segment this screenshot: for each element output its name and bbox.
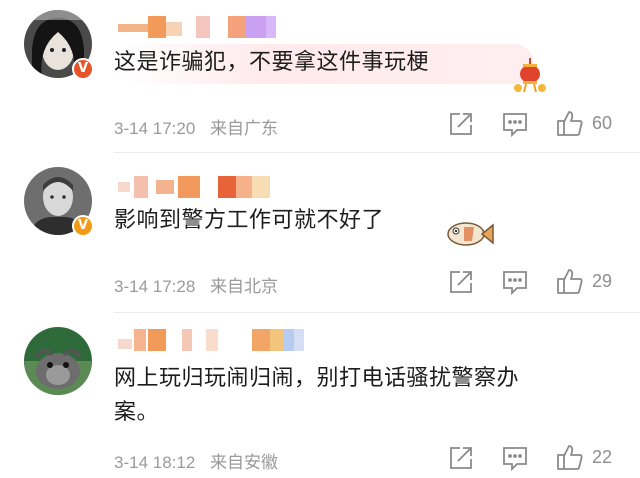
comment-meta: 3-14 17:20 来自广东 — [114, 114, 278, 139]
comment-item: V 这是诈骗犯，不要拿这件事玩梗 3-14 17:20 来自广东 60 — [0, 0, 640, 152]
thumbs-up-icon[interactable] — [556, 109, 584, 137]
comment-meta: 3-14 17:28 来自北京 — [114, 272, 278, 297]
like-count: 22 — [592, 447, 613, 467]
like-count: 60 — [592, 113, 613, 133]
comment-time: 17:28 — [152, 277, 196, 296]
lantern-sticker-icon — [512, 58, 548, 94]
avatar[interactable] — [24, 327, 92, 395]
share-icon[interactable] — [448, 269, 476, 297]
comment-icon[interactable] — [502, 269, 530, 297]
comment-location: 来自北京 — [210, 277, 279, 296]
like-count: 29 — [592, 271, 613, 291]
comment-icon[interactable] — [502, 445, 530, 473]
verified-badge-icon: V — [72, 215, 94, 237]
thumbs-up-icon[interactable] — [556, 443, 584, 471]
share-icon[interactable] — [448, 445, 476, 473]
comment-item: 网上玩归玩闹归闹，别打电话骚扰警察办 案。 3-14 18:12 来自安徽 22 — [0, 313, 640, 478]
comment-date: 3-14 — [114, 119, 149, 138]
comment-date: 3-14 — [114, 277, 149, 296]
comment-item: V 影响到警方工作可就不好了 3-14 17:28 来自北京 29 — [0, 153, 640, 313]
verified-badge-icon: V — [72, 58, 94, 80]
comment-icon[interactable] — [502, 111, 530, 139]
comment-date: 3-14 — [114, 453, 149, 472]
comment-text: 影响到警方工作可就不好了 — [114, 208, 385, 233]
comment-location: 来自安徽 — [210, 453, 279, 472]
comment-text: 网上玩归玩闹归闹，别打电话骚扰警察办 案。 — [114, 366, 520, 425]
username-redacted[interactable] — [118, 16, 278, 38]
share-icon[interactable] — [448, 111, 476, 139]
comment-meta: 3-14 18:12 来自安徽 — [114, 448, 278, 473]
comment-time: 17:20 — [152, 119, 196, 138]
comment-time: 18:12 — [152, 453, 196, 472]
comment-text: 这是诈骗犯，不要拿这件事玩梗 — [114, 50, 430, 75]
username-redacted[interactable] — [118, 329, 308, 351]
username-redacted[interactable] — [118, 176, 278, 198]
thumbs-up-icon[interactable] — [556, 267, 584, 295]
comment-location: 来自广东 — [210, 119, 279, 138]
fish-sticker-icon — [444, 217, 494, 251]
